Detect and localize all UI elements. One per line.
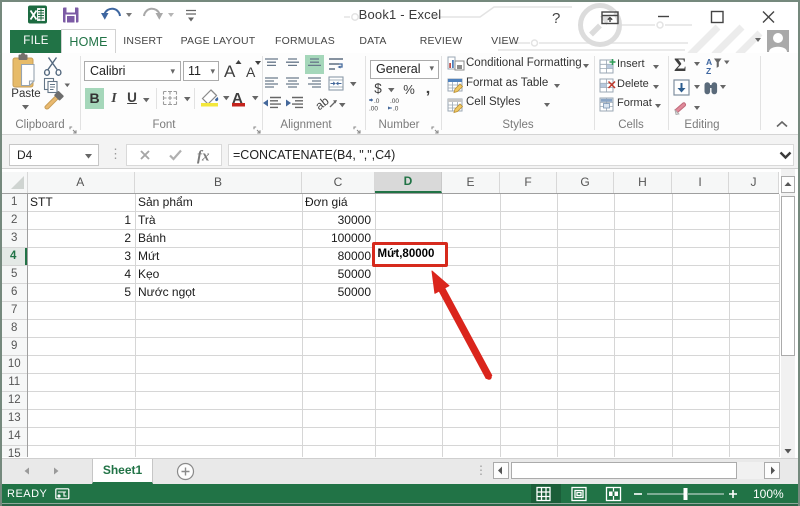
- svg-text:ab: ab: [316, 94, 332, 112]
- svg-text:fx: fx: [197, 149, 210, 165]
- svg-text:A: A: [224, 62, 236, 81]
- svg-text:.00: .00: [390, 98, 399, 105]
- svg-text:A: A: [246, 64, 256, 80]
- svg-text:Z: Z: [706, 66, 711, 76]
- svg-text:.0: .0: [393, 106, 399, 113]
- svg-text:.0: .0: [374, 98, 380, 105]
- svg-text:Σ: Σ: [674, 55, 686, 76]
- svg-text:.00: .00: [369, 106, 378, 113]
- svg-text:?: ?: [552, 10, 560, 27]
